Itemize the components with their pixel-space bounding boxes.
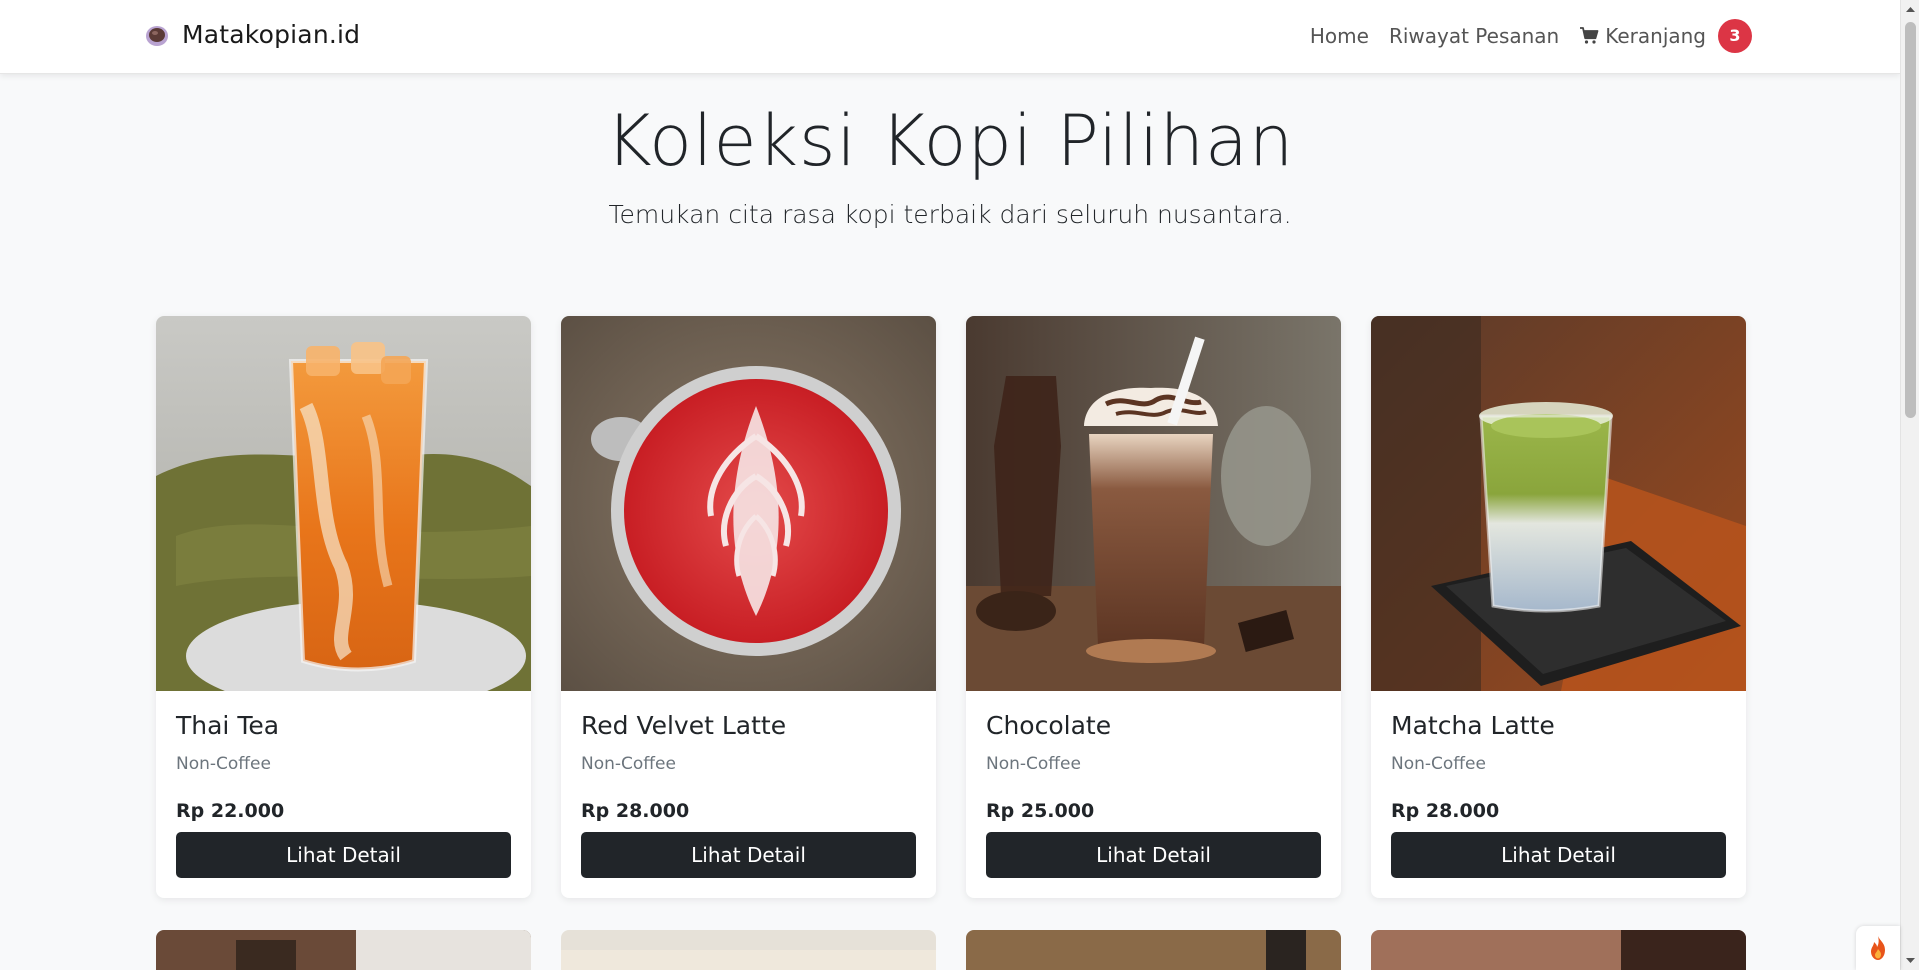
card-body: Red Velvet Latte Non-Coffee Rp 28.000 Li… [561, 691, 936, 894]
product-price: Rp 25.000 [986, 800, 1095, 822]
scroll-thumb[interactable] [1905, 22, 1916, 418]
view-detail-button[interactable]: Lihat Detail [176, 832, 511, 878]
product-card: Matcha Latte Non-Coffee Rp 28.000 Lihat … [1371, 316, 1746, 898]
nav-order-history-link[interactable]: Riwayat Pesanan [1389, 18, 1559, 54]
card-body: Thai Tea Non-Coffee Rp 22.000 Lihat Deta… [156, 691, 531, 894]
product-image-partial [156, 930, 531, 970]
nav-home-link[interactable]: Home [1310, 18, 1369, 54]
product-category: Non-Coffee [986, 754, 1081, 774]
navbar: Matakopian.id Home Riwayat Pesanan Keran… [0, 0, 1900, 74]
product-card-partial [1371, 930, 1746, 970]
product-price: Rp 28.000 [581, 800, 690, 822]
product-image-thai-tea[interactable] [156, 316, 531, 691]
scroll-down-arrow-icon[interactable] [1905, 955, 1916, 966]
product-image-partial [1371, 930, 1746, 970]
product-image-matcha-latte[interactable] [1371, 316, 1746, 691]
coffee-cup-icon [146, 25, 168, 46]
nav-links: Home Riwayat Pesanan Keranjang 3 [1310, 18, 1752, 54]
scrollbar[interactable] [1900, 0, 1919, 970]
product-card-partial [561, 930, 936, 970]
page: Matakopian.id Home Riwayat Pesanan Keran… [0, 0, 1900, 970]
cart-count-badge: 3 [1718, 19, 1752, 53]
page-title: Koleksi Kopi Pilihan [605, 100, 1295, 182]
scroll-up-arrow-icon[interactable] [1905, 4, 1916, 15]
view-detail-button[interactable]: Lihat Detail [986, 832, 1321, 878]
view-detail-button[interactable]: Lihat Detail [1391, 832, 1726, 878]
product-price: Rp 28.000 [1391, 800, 1500, 822]
product-category: Non-Coffee [581, 754, 676, 774]
product-category: Non-Coffee [176, 754, 271, 774]
brand[interactable]: Matakopian.id [144, 20, 360, 49]
flame-icon [1871, 936, 1885, 960]
view-detail-button[interactable]: Lihat Detail [581, 832, 916, 878]
product-image-chocolate[interactable] [966, 316, 1341, 691]
product-image-partial [966, 930, 1341, 970]
card-body: Matcha Latte Non-Coffee Rp 28.000 Lihat … [1371, 691, 1746, 894]
product-image-red-velvet-latte[interactable] [561, 316, 936, 691]
brand-name: Matakopian.id [182, 20, 361, 49]
cart-label: Keranjang [1605, 24, 1706, 48]
product-name: Thai Tea [176, 711, 280, 740]
product-card-partial [156, 930, 531, 970]
cart-icon [1580, 27, 1599, 44]
product-card: Red Velvet Latte Non-Coffee Rp 28.000 Li… [561, 316, 936, 898]
product-card-partial [966, 930, 1341, 970]
product-image-partial [561, 930, 936, 970]
nav-cart-link[interactable]: Keranjang 3 [1579, 18, 1752, 54]
floating-widget-button[interactable] [1856, 926, 1900, 970]
product-name: Matcha Latte [1391, 711, 1555, 740]
product-card: Chocolate Non-Coffee Rp 25.000 Lihat Det… [966, 316, 1341, 898]
product-card: Thai Tea Non-Coffee Rp 22.000 Lihat Deta… [156, 316, 531, 898]
product-name: Chocolate [986, 711, 1112, 740]
page-subtitle: Temukan cita rasa kopi terbaik dari selu… [608, 200, 1292, 229]
product-category: Non-Coffee [1391, 754, 1486, 774]
product-price: Rp 22.000 [176, 800, 285, 822]
product-name: Red Velvet Latte [581, 711, 787, 740]
card-body: Chocolate Non-Coffee Rp 25.000 Lihat Det… [966, 691, 1341, 894]
